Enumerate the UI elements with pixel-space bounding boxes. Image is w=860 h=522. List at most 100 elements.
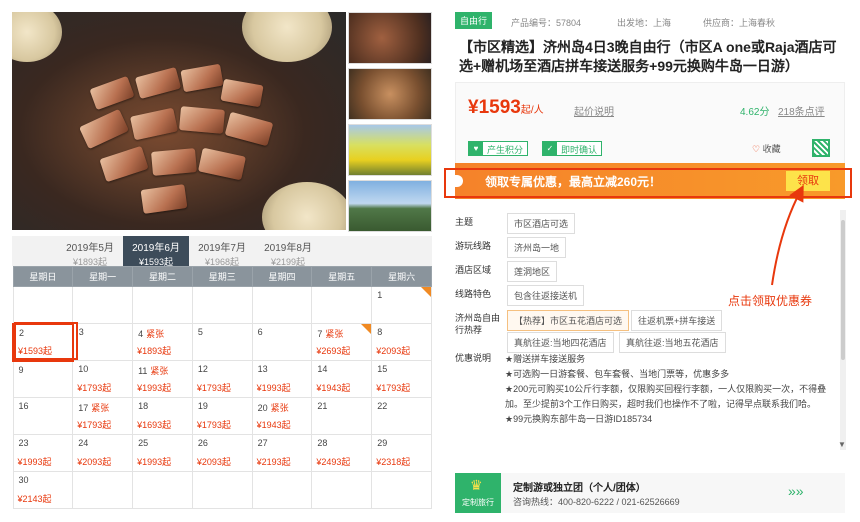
thumbnail[interactable] bbox=[348, 180, 432, 232]
favorite-label: 收藏 bbox=[762, 144, 781, 154]
calendar-day[interactable]: 29 ¥2318起 bbox=[371, 434, 432, 472]
custom-tour-banner[interactable]: ♛ 定制旅行 定制游或独立团（个人/团体） 咨询热线：400-820-6222 /… bbox=[455, 473, 845, 513]
hot-tag[interactable]: 往返机票+拼车接送 bbox=[631, 310, 723, 331]
weekday-header: 星期六 bbox=[371, 266, 432, 287]
calendar-empty bbox=[132, 471, 193, 509]
supplier: 供应商：上海春秋 bbox=[703, 18, 776, 28]
calendar-day[interactable]: 25 ¥1993起 bbox=[132, 434, 193, 472]
day-number: 25 bbox=[138, 438, 149, 448]
chip-label: 即时确认 bbox=[561, 145, 598, 155]
calendar-day[interactable]: 12 ¥1793起 bbox=[191, 360, 253, 398]
calendar-day: 9 bbox=[12, 360, 74, 398]
day-number: 9 bbox=[18, 364, 24, 375]
offer-description: ★赠送拼车接送服务 ★可选购一日游套餐、包车套餐、当地门票等，优惠多多 ★200… bbox=[505, 352, 835, 427]
day-number: 27 bbox=[257, 438, 268, 448]
photo-gallery bbox=[12, 12, 432, 232]
calendar-day[interactable]: 14 ¥1943起 bbox=[311, 360, 373, 398]
meat-slice bbox=[140, 184, 188, 214]
scroll-down-icon[interactable]: ▼ bbox=[838, 440, 846, 449]
day-price: ¥2693起 bbox=[316, 346, 351, 356]
area-tag[interactable]: 莲洞地区 bbox=[507, 261, 558, 282]
scrollbar-thumb[interactable] bbox=[841, 220, 845, 360]
crown-icon: ♛ bbox=[470, 477, 483, 493]
month-label: 2019年5月 bbox=[66, 243, 114, 254]
theme-tag[interactable]: 市区酒店可选 bbox=[507, 213, 576, 234]
reviews-link[interactable]: 218条点评 bbox=[778, 103, 825, 118]
custom-tour-title: 定制游或独立团（个人/团体） bbox=[513, 483, 646, 494]
annotation-text: 点击领取优惠券 bbox=[728, 294, 813, 308]
price-box: ¥1593起/人 起价说明 4.62分 218条点评 ♥ 产生积分 ✓ 即时确认 ♡… bbox=[455, 82, 845, 172]
calendar-day[interactable]: 7 紧张 ¥2693起 bbox=[311, 323, 373, 361]
calendar-day[interactable]: 13 ¥1993起 bbox=[251, 360, 313, 398]
weekday-header: 星期四 bbox=[251, 266, 313, 287]
calendar-day[interactable]: 11 紧张 ¥1993起 bbox=[132, 360, 193, 398]
calendar-day[interactable]: 28 ¥2493起 bbox=[311, 434, 373, 472]
thumbnail[interactable] bbox=[348, 12, 432, 64]
calendar-week: 30 ¥2143起 bbox=[12, 471, 432, 509]
weekday-header: 星期五 bbox=[311, 266, 373, 287]
day-price: ¥1693起 bbox=[137, 420, 172, 430]
main-photo[interactable] bbox=[12, 12, 346, 230]
calendar-empty bbox=[132, 286, 193, 324]
weekday-header: 星期二 bbox=[132, 266, 193, 287]
meat-slice bbox=[220, 78, 264, 108]
hot-tag[interactable]: 真航往返:当地四花酒店 bbox=[507, 332, 614, 353]
day-price: ¥1993起 bbox=[137, 383, 172, 393]
chevrons-right-icon[interactable]: »» bbox=[788, 483, 804, 499]
day-number: 18 bbox=[138, 401, 149, 411]
calendar-day[interactable]: 23 ¥1993起 bbox=[12, 434, 74, 472]
day-price: ¥2318起 bbox=[376, 457, 411, 467]
scrollbar[interactable] bbox=[840, 210, 846, 450]
day-number: 24 bbox=[78, 438, 89, 448]
price-explain-link[interactable]: 起价说明 bbox=[574, 103, 614, 118]
day-number: 22 bbox=[377, 401, 388, 411]
calendar-day[interactable]: 20 紧张 ¥1943起 bbox=[251, 397, 313, 435]
calendar-day[interactable]: 30 ¥2143起 bbox=[12, 471, 74, 509]
hot-tag[interactable]: 【热荐】市区五花酒店可选 bbox=[507, 310, 630, 331]
day-number: 26 bbox=[197, 438, 208, 448]
day-price: ¥1793起 bbox=[77, 383, 112, 393]
month-tab[interactable]: 2019年8月 ¥2199起 bbox=[255, 236, 321, 267]
calendar-day[interactable]: 15 ¥1793起 bbox=[371, 360, 432, 398]
scarce-tag: 紧张 bbox=[150, 366, 169, 376]
meat-slice bbox=[224, 111, 274, 147]
product-code: 产品编号：57804 bbox=[511, 18, 582, 28]
calendar-week: 16 17 紧张 ¥1793起 18 ¥1693起 19 ¥1793起 20 紧张 ¥1943起 21… bbox=[12, 397, 432, 435]
meat-slice bbox=[134, 66, 182, 100]
day-price: ¥1993起 bbox=[17, 457, 52, 467]
month-tab[interactable]: 2019年5月 ¥1893起 bbox=[57, 236, 123, 267]
month-tab[interactable]: 2019年7月 ¥1968起 bbox=[189, 236, 255, 267]
calendar-day[interactable]: 10 ¥1793起 bbox=[72, 360, 134, 398]
calendar-day: 16 bbox=[12, 397, 74, 435]
calendar-day[interactable]: 19 ¥1793起 bbox=[191, 397, 253, 435]
calendar-day[interactable]: 8 ¥2093起 bbox=[371, 323, 432, 361]
favorite-button[interactable]: ♡ 收藏 bbox=[752, 142, 781, 155]
corner-flag-icon bbox=[361, 324, 372, 334]
thumbnail-strip bbox=[348, 12, 432, 236]
weekday-header: 星期日 bbox=[12, 266, 74, 287]
hot-tag[interactable]: 真航往返:当地五花酒店 bbox=[619, 332, 726, 353]
calendar-day: 1 bbox=[371, 286, 432, 324]
price-amount: ¥1593 bbox=[468, 97, 521, 118]
month-label: 2019年8月 bbox=[264, 243, 312, 254]
qr-code-icon[interactable] bbox=[812, 139, 830, 157]
day-price: ¥1793起 bbox=[196, 383, 231, 393]
calendar-day[interactable]: 26 ¥2093起 bbox=[191, 434, 253, 472]
month-label: 2019年7月 bbox=[198, 243, 246, 254]
thumbnail[interactable] bbox=[348, 68, 432, 120]
detail-key: 优惠说明 bbox=[455, 353, 492, 363]
calendar-day[interactable]: 18 ¥1693起 bbox=[132, 397, 193, 435]
calendar-day[interactable]: 24 ¥2093起 bbox=[72, 434, 134, 472]
calendar-day[interactable]: 4 紧张 ¥1893起 bbox=[132, 323, 193, 361]
calendar-day[interactable]: 17 紧张 ¥1793起 bbox=[72, 397, 134, 435]
feature-tag[interactable]: 包含往返接送机 bbox=[507, 285, 585, 306]
scarce-tag: 紧张 bbox=[325, 329, 344, 339]
month-tab-active[interactable]: 2019年6月 ¥1593起 bbox=[123, 236, 189, 267]
calendar-day[interactable]: 27 ¥2193起 bbox=[251, 434, 313, 472]
calendar-week: 9 10 ¥1793起 11 紧张 ¥1993起 12 ¥1793起 13 ¥1993起 14 ¥19… bbox=[12, 360, 432, 398]
meat-slice bbox=[129, 107, 179, 141]
calendar-empty bbox=[251, 286, 313, 324]
thumbnail[interactable] bbox=[348, 124, 432, 176]
meat-slice bbox=[197, 147, 247, 181]
route-tag[interactable]: 济州岛一地 bbox=[507, 237, 567, 258]
